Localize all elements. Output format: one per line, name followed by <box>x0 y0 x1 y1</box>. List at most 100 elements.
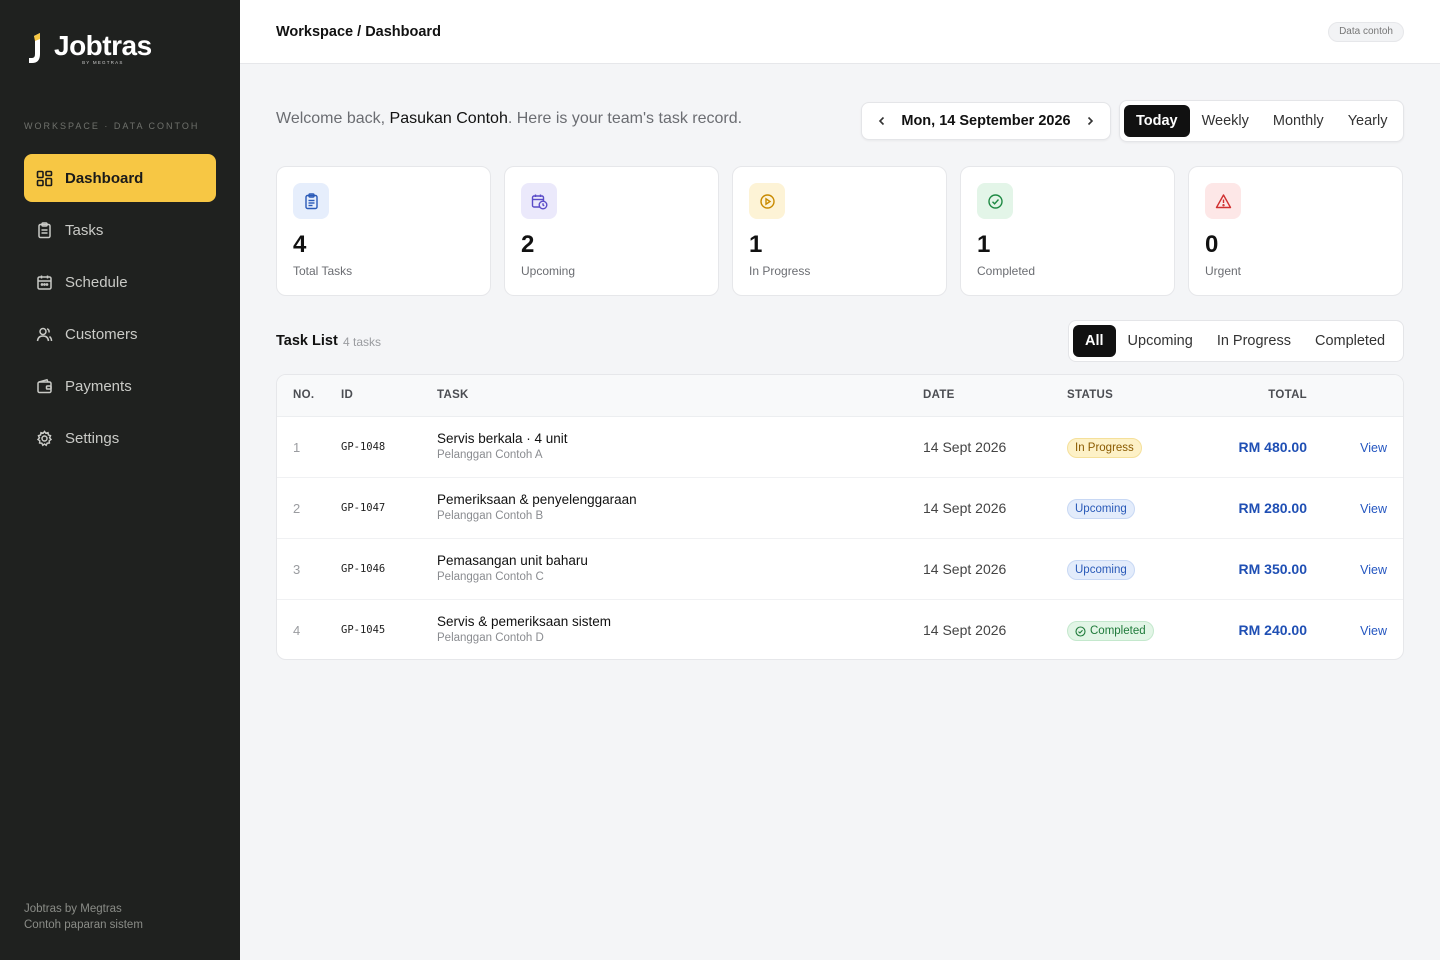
sidebar-item-payments[interactable]: Payments <box>24 362 216 410</box>
stat-label: Urgent <box>1205 264 1242 278</box>
stat-value: 4 <box>293 231 307 258</box>
status-cell: Upcoming <box>1067 560 1135 580</box>
date-navigator: Mon, 14 September 2026 <box>861 102 1111 140</box>
task-name: Pemeriksaan & penyelenggaraan <box>437 492 637 507</box>
current-date: Mon, 14 September 2026 <box>901 113 1071 129</box>
sidebar-item-settings[interactable]: Settings <box>24 414 216 462</box>
gear-icon <box>36 429 53 447</box>
logo-mark-icon <box>29 33 40 63</box>
chevron-left-icon[interactable] <box>874 113 890 129</box>
row-number: 4 <box>293 623 301 638</box>
stat-label: Completed <box>977 264 1036 278</box>
sidebar-item-label: Customers <box>65 325 138 343</box>
calendar-clock-icon <box>521 183 557 219</box>
clipboard-icon <box>36 221 53 239</box>
range-tabs: Today Weekly Monthly Yearly <box>1119 100 1404 142</box>
task-info: Pemeriksaan & penyelenggaraan Pelanggan … <box>437 492 637 522</box>
task-list-count: 4 tasks <box>343 335 382 349</box>
table-row[interactable]: 4 GP-1045 Servis & pemeriksaan sistem Pe… <box>277 600 1403 659</box>
task-name: Servis & pemeriksaan sistem <box>437 614 612 629</box>
sidebar: Jobtras BY MEGTRAS WORKSPACE · DATA CONT… <box>0 0 240 960</box>
logo[interactable]: Jobtras BY MEGTRAS <box>26 30 152 66</box>
stat-card-total-tasks[interactable]: 4 Total Tasks <box>276 166 491 296</box>
sidebar-item-label: Dashboard <box>65 169 144 187</box>
status-cell: Completed <box>1067 621 1154 642</box>
filter-upcoming[interactable]: Upcoming <box>1116 325 1205 357</box>
stat-value: 1 <box>749 231 763 258</box>
view-link[interactable]: View <box>1360 563 1387 577</box>
chevron-right-icon[interactable] <box>1082 113 1098 129</box>
view-link[interactable]: View <box>1360 441 1387 455</box>
breadcrumb: Workspace / Dashboard <box>276 24 441 40</box>
sidebar-nav: Dashboard Tasks Schedule Customers Payme… <box>24 154 216 466</box>
sidebar-item-label: Tasks <box>65 221 104 239</box>
status-badge-label: Completed <box>1090 625 1146 637</box>
clipboard-list-icon <box>293 183 329 219</box>
column-header-date: DATE <box>923 389 955 401</box>
table-header: NO. ID TASK DATE STATUS TOTAL <box>277 375 1403 417</box>
sidebar-item-customers[interactable]: Customers <box>24 310 216 358</box>
task-table: NO. ID TASK DATE STATUS TOTAL 1 GP-1048 … <box>276 374 1404 660</box>
check-circle-icon <box>1075 625 1086 637</box>
stat-value: 2 <box>521 231 535 258</box>
table-row[interactable]: 1 GP-1048 Servis berkala · 4 unit Pelang… <box>277 417 1403 478</box>
stat-card-urgent[interactable]: 0 Urgent <box>1188 166 1403 296</box>
footer-line-1: Jobtras by Megtras <box>24 903 122 915</box>
grid-icon <box>36 170 53 187</box>
status-cell: Upcoming <box>1067 499 1135 519</box>
tab-weekly[interactable]: Weekly <box>1190 105 1261 137</box>
task-customer: Pelanggan Contoh D <box>437 632 544 644</box>
sidebar-item-tasks[interactable]: Tasks <box>24 206 216 254</box>
status-filter-tabs: All Upcoming In Progress Completed <box>1068 320 1404 362</box>
status-badge: Upcoming <box>1067 560 1135 580</box>
stat-card-upcoming[interactable]: 2 Upcoming <box>504 166 719 296</box>
task-total: RM 240.00 <box>1238 622 1307 638</box>
task-id: GP-1048 <box>341 441 386 453</box>
sidebar-footer: Jobtras by Megtras Contoh paparan sistem <box>24 901 143 933</box>
alert-triangle-icon <box>1205 183 1241 219</box>
filter-all[interactable]: All <box>1073 325 1116 357</box>
tab-monthly[interactable]: Monthly <box>1261 105 1336 137</box>
check-circle-icon <box>977 183 1013 219</box>
table-row[interactable]: 3 GP-1046 Pemasangan unit baharu Pelangg… <box>277 539 1403 600</box>
stat-label: Upcoming <box>521 264 576 278</box>
status-cell: In Progress <box>1067 438 1142 458</box>
view-link[interactable]: View <box>1360 624 1387 638</box>
users-icon <box>36 326 53 343</box>
filter-in-progress[interactable]: In Progress <box>1205 325 1303 357</box>
stat-card-in-progress[interactable]: 1 In Progress <box>732 166 947 296</box>
task-customer: Pelanggan Contoh C <box>437 571 544 583</box>
task-list-title: Task List <box>276 333 338 349</box>
row-number: 2 <box>293 501 301 516</box>
filter-completed[interactable]: Completed <box>1303 325 1397 357</box>
sidebar-item-dashboard[interactable]: Dashboard <box>24 154 216 202</box>
task-info: Servis & pemeriksaan sistem Pelanggan Co… <box>437 614 611 644</box>
play-circle-icon <box>749 183 785 219</box>
column-header-id: ID <box>341 389 354 401</box>
task-date: 14 Sept 2026 <box>923 561 1007 577</box>
welcome-suffix: . Here is your team's task record. <box>507 110 743 127</box>
sidebar-item-schedule[interactable]: Schedule <box>24 258 216 306</box>
status-badge: Upcoming <box>1067 499 1135 519</box>
task-info: Servis berkala · 4 unit Pelanggan Contoh… <box>437 431 568 461</box>
logo-text: Jobtras BY MEGTRAS <box>54 30 152 65</box>
task-total: RM 350.00 <box>1238 561 1307 577</box>
table-row[interactable]: 2 GP-1047 Pemeriksaan & penyelenggaraan … <box>277 478 1403 539</box>
view-link[interactable]: View <box>1360 502 1387 516</box>
tab-today[interactable]: Today <box>1124 105 1190 137</box>
stat-label: In Progress <box>749 264 811 278</box>
welcome-name: Pasukan Contoh <box>389 110 508 127</box>
sample-data-badge: Data contoh <box>1328 22 1404 42</box>
welcome-prefix: Welcome back, <box>276 110 390 127</box>
tab-yearly[interactable]: Yearly <box>1336 105 1400 137</box>
row-number: 3 <box>293 562 301 577</box>
status-badge: In Progress <box>1067 438 1142 458</box>
task-name: Servis berkala · 4 unit <box>437 431 568 446</box>
stat-label: Total Tasks <box>293 264 353 278</box>
column-header-status: STATUS <box>1067 389 1114 401</box>
welcome-message: Welcome back, Pasukan Contoh. Here is yo… <box>276 110 742 128</box>
stat-card-completed[interactable]: 1 Completed <box>960 166 1175 296</box>
sidebar-item-label: Schedule <box>65 273 128 291</box>
task-customer: Pelanggan Contoh A <box>437 449 543 461</box>
topbar: Workspace / Dashboard Data contoh <box>240 0 1440 64</box>
